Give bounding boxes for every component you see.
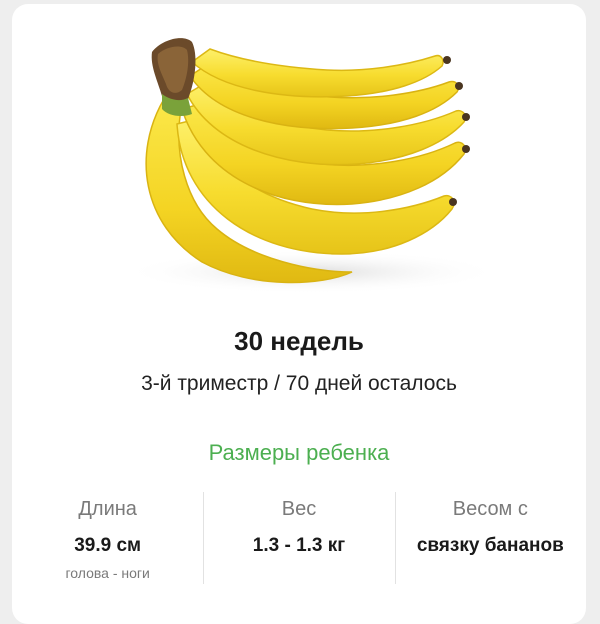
comparison-label: Весом с bbox=[452, 498, 528, 520]
banana-bunch-icon bbox=[122, 38, 502, 294]
weight-label: Вес bbox=[281, 498, 317, 520]
baby-size-title: Размеры ребенка bbox=[208, 440, 390, 465]
pregnancy-week-card: 30 недель 3-й триместр / 70 дней осталос… bbox=[12, 4, 586, 624]
comparison-stat: Весом с связку бананов bbox=[394, 492, 586, 588]
weight-value: 1.3 - 1.3 кг bbox=[252, 535, 346, 556]
baby-size-stats: Длина 39.9 см голова - ноги Вес 1.3 - 1.… bbox=[12, 492, 586, 588]
weight-stat: Вес 1.3 - 1.3 кг bbox=[203, 492, 394, 588]
length-value: 39.9 см bbox=[74, 535, 142, 556]
length-stat: Длина 39.9 см голова - ноги bbox=[12, 492, 203, 588]
week-title: 30 недель bbox=[234, 326, 364, 356]
comparison-value: связку бананов bbox=[416, 535, 564, 556]
length-note: голова - ноги bbox=[65, 565, 150, 581]
trimester-subtitle: 3-й триместр / 70 дней осталось bbox=[141, 372, 457, 395]
length-label: Длина bbox=[78, 498, 137, 520]
